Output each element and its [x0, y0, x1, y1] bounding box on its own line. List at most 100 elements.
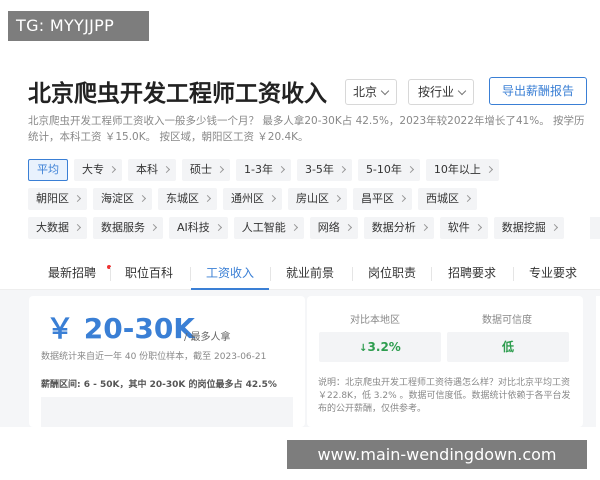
tab-bar: 最新招聘 职位百科 工资收入 就业前景 岗位职责 招聘要求 专业要求 [0, 258, 600, 290]
chevron-right-icon [162, 165, 171, 174]
card-overflow [596, 296, 600, 427]
city-select-value: 北京 [353, 85, 378, 99]
tab-divider [431, 267, 432, 281]
filter-chip-bachelor[interactable]: 本科 [128, 159, 176, 181]
chevron-right-icon [485, 165, 493, 174]
salary-card: ￥ 20-30K / 最多人拿 数据统计来自近一年 40 份职位样本，截至 20… [29, 296, 305, 427]
salary-description: 北京爬虫开发工程师工资收入一般多少钱一个月？ 最多人拿20-30K占 42.5%… [28, 115, 585, 143]
filter-chip-label: 通州区 [231, 192, 264, 205]
tab-job-duties[interactable]: 岗位职责 [361, 258, 423, 290]
filter-chip-software[interactable]: 软件 [439, 217, 488, 239]
filter-chip-label: 硕士 [190, 163, 212, 176]
filter-chip-data-services[interactable]: 数据服务 [93, 217, 163, 239]
filter-chip-label: 昌平区 [361, 192, 394, 205]
filter-chip-3-5-years[interactable]: 3-5年 [296, 159, 352, 181]
filter-chip-fangshan[interactable]: 房山区 [288, 188, 347, 210]
filter-chip-label: AI科技 [177, 221, 210, 234]
filter-chip-label: 软件 [447, 221, 470, 234]
filter-chip-10-plus-years[interactable]: 10年以上 [425, 159, 499, 181]
data-trust-value-box: 低 [447, 332, 569, 362]
chevron-right-icon [149, 223, 158, 232]
chevron-right-icon [463, 194, 472, 203]
filter-chip-master[interactable]: 硕士 [182, 159, 230, 181]
tab-label: 招聘要求 [447, 266, 496, 280]
chevron-right-icon [277, 165, 286, 174]
filter-chip-data-analysis[interactable]: 数据分析 [363, 217, 434, 239]
filter-chip-label: 大数据 [36, 221, 69, 234]
tab-label: 工资收入 [205, 266, 254, 280]
filter-chip-label: 西城区 [426, 192, 459, 205]
filter-chip-label: 10年以上 [433, 163, 481, 176]
tab-employment-outlook[interactable]: 就业前景 [279, 258, 341, 290]
tab-divider [110, 267, 111, 281]
comparison-note: 说明：北京爬虫开发工程师工资待遇怎么样？对比北京平均工资 ￥22.8K，低 3.… [318, 378, 571, 414]
filter-chip-artificial-intelligence[interactable]: 人工智能 [233, 217, 304, 239]
education-experience-filter-row: 平均 大专 本科 硕士 1-3年 3-5年 5-10年 10年以上 [28, 159, 499, 181]
salary-range-note: 薪酬区间: 6 - 50K，其中 20-30K 的岗位最多占 42.5% [41, 380, 277, 390]
page-title: 北京爬虫开发工程师工资收入 [28, 81, 327, 107]
filter-chip-associate[interactable]: 大专 [74, 159, 122, 181]
filter-chip-network[interactable]: 网络 [309, 217, 358, 239]
chevron-down-icon [380, 86, 390, 96]
filter-chip-1-3-years[interactable]: 1-3年 [236, 159, 291, 181]
industry-filter-row: 大数据 数据服务 AI科技 人工智能 网络 数据分析 软件 数据挖掘 [28, 217, 564, 239]
chevron-right-icon [398, 194, 407, 203]
filter-chip-label: 海淀区 [101, 192, 134, 205]
chevron-right-icon [344, 223, 352, 232]
filter-chip-label: 数据分析 [371, 221, 416, 234]
filter-chip-changping[interactable]: 昌平区 [353, 188, 412, 210]
filter-chip-label: 网络 [317, 221, 340, 234]
local-comparison-value: 3.2% [367, 340, 401, 354]
tab-label: 最新招聘 [47, 266, 96, 280]
chevron-right-icon [216, 165, 225, 174]
chevron-right-icon [73, 223, 82, 232]
chevron-right-icon [550, 223, 558, 232]
tab-hiring-requirements[interactable]: 招聘要求 [441, 258, 503, 290]
filter-chip-label: 人工智能 [241, 221, 286, 234]
tab-major-requirements[interactable]: 专业要求 [521, 258, 585, 290]
filter-chip-ai-tech[interactable]: AI科技 [169, 217, 228, 239]
tab-label: 就业前景 [285, 266, 334, 280]
tab-latest-jobs[interactable]: 最新招聘 [38, 258, 111, 290]
chevron-right-icon [138, 194, 147, 203]
chevron-right-icon [338, 165, 346, 174]
tab-divider [270, 267, 271, 281]
local-comparison-value-box: ↓3.2% [319, 332, 441, 362]
chevron-right-icon [108, 165, 117, 174]
watermark-top: TG: MYYJJPP [8, 11, 149, 41]
tab-label: 职位百科 [124, 266, 173, 280]
sample-statistics-note: 数据统计来自近一年 40 份职位样本，截至 2023-06-21 [41, 352, 267, 362]
salary-distribution-chart [41, 397, 293, 427]
city-select[interactable]: 北京 [345, 79, 397, 105]
industry-select[interactable]: 按行业 [408, 79, 474, 105]
filter-chip-label: 1-3年 [244, 163, 273, 176]
local-comparison-label: 对比本地区 [350, 315, 400, 326]
tab-salary-income[interactable]: 工资收入 [191, 258, 269, 290]
filter-chip-big-data[interactable]: 大数据 [28, 217, 87, 239]
chevron-right-icon [474, 223, 482, 232]
tab-job-wiki[interactable]: 职位百科 [118, 258, 180, 290]
filter-chip-tongzhou[interactable]: 通州区 [223, 188, 282, 210]
chevron-right-icon [406, 165, 414, 174]
filter-chip-label: 平均 [37, 163, 59, 176]
filter-chip-overflow [590, 217, 600, 239]
chevron-right-icon [333, 194, 342, 203]
export-report-button[interactable]: 导出薪酬报告 [489, 77, 587, 105]
filter-chip-label: 数据服务 [101, 221, 145, 234]
filter-chip-5-10-years[interactable]: 5-10年 [357, 159, 420, 181]
filter-chip-dongcheng[interactable]: 东城区 [158, 188, 217, 210]
data-trust-label: 数据可信度 [482, 315, 532, 326]
tab-divider [352, 267, 353, 281]
chevron-right-icon [214, 223, 222, 232]
filter-chip-xicheng[interactable]: 西城区 [418, 188, 477, 210]
filter-chip-label: 数据挖掘 [501, 221, 546, 234]
filter-chip-label: 3-5年 [304, 163, 334, 176]
filter-chip-average[interactable]: 平均 [28, 159, 68, 181]
filter-chip-chaoyang[interactable]: 朝阳区 [28, 188, 87, 210]
filter-chip-data-mining[interactable]: 数据挖掘 [493, 217, 564, 239]
arrow-down-icon: ↓ [359, 343, 368, 354]
filter-chip-haidian[interactable]: 海淀区 [93, 188, 152, 210]
filter-chip-label: 大专 [82, 163, 104, 176]
filter-chip-label: 本科 [136, 163, 158, 176]
data-trust-value: 低 [501, 340, 514, 354]
